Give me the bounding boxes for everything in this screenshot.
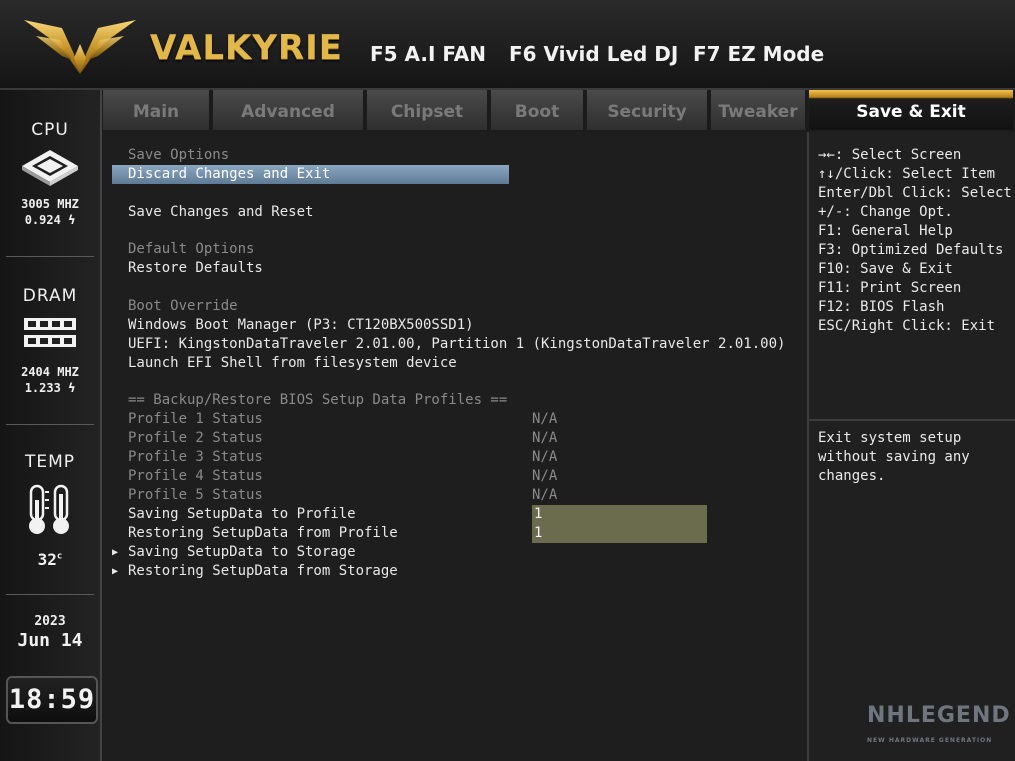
brand-name: VALKYRIE <box>150 28 344 68</box>
temp-label: TEMP <box>24 452 76 472</box>
help-key-optimized-defaults: F3: Optimized Defaults <box>818 242 1004 258</box>
profile-3-status-label: Profile 3 Status <box>128 449 263 465</box>
save-changes-reset-option[interactable]: Save Changes and Reset <box>128 203 313 222</box>
profile-4-status-value: N/A <box>532 468 558 484</box>
hotkey-ai-fan[interactable]: F5 A.I FAN <box>370 42 486 66</box>
restoring-profile-label: Restoring SetupData from Profile <box>128 525 398 541</box>
profile-2-status-value: N/A <box>532 430 558 446</box>
profile-5-status-label: Profile 5 Status <box>128 487 263 503</box>
help-key-bios-flash: F12: BIOS Flash <box>818 299 945 315</box>
tab-chipset[interactable]: Chipset <box>367 90 489 130</box>
help-key-exit: ESC/Right Click: Exit <box>818 318 996 334</box>
thermometer-icon <box>29 484 69 534</box>
hotkey-ez-mode[interactable]: F7 EZ Mode <box>693 42 824 66</box>
restoring-storage-submenu[interactable]: Restoring SetupData from Storage <box>128 562 398 581</box>
dram-frequency: 2404 MHZ <box>21 365 79 379</box>
temperature-value: 32c <box>37 550 63 569</box>
profile-2-status-label: Profile 2 Status <box>128 430 263 446</box>
header-bar: VALKYRIE F5 A.I FAN F6 Vivid Led DJ F7 E… <box>0 0 1015 90</box>
submenu-arrow-icon: ▶ <box>112 547 119 558</box>
dram-voltage: 1.233 ϟ <box>24 381 76 395</box>
valkyrie-wings-logo-icon <box>24 20 136 74</box>
date-display: 2023 Jun 14 <box>0 614 100 652</box>
profile-3-status-value: N/A <box>532 449 558 465</box>
help-divider <box>809 419 1015 421</box>
saving-profile-field[interactable]: 1 <box>532 505 707 524</box>
cpu-frequency: 3005 MHZ <box>21 197 79 211</box>
dram-status: DRAM 2404 MHZ 1.233 ϟ <box>0 286 100 396</box>
item-description: Exit system setup without saving any cha… <box>818 430 970 484</box>
voltage-bolt-icon: ϟ <box>68 213 76 227</box>
voltage-bolt-icon: ϟ <box>68 381 76 395</box>
sidebar-divider <box>6 424 94 425</box>
restore-defaults-option[interactable]: Restore Defaults <box>128 259 263 278</box>
cpu-chip-icon <box>22 150 78 186</box>
submenu-arrow-icon: ▶ <box>112 566 119 577</box>
save-options-header: Save Options <box>128 147 230 163</box>
cpu-label: CPU <box>31 120 69 140</box>
profile-1-status-label: Profile 1 Status <box>128 411 263 427</box>
dram-label: DRAM <box>22 286 78 306</box>
discard-changes-exit-option[interactable]: Discard Changes and Exit <box>112 165 509 184</box>
profile-4-status-label: Profile 4 Status <box>128 468 263 484</box>
help-key-change-opt: +/-: Change Opt. <box>818 204 953 220</box>
tab-security[interactable]: Security <box>587 90 709 130</box>
temperature-status: TEMP 32c <box>0 452 100 569</box>
clock-display: 18:59 <box>6 676 98 724</box>
tab-save-exit[interactable]: Save & Exit <box>809 90 1015 130</box>
nhlegend-watermark-logo: NHLEGEND NEW HARDWARE GENERATION <box>867 703 1011 744</box>
tab-tweaker[interactable]: Tweaker <box>711 90 807 130</box>
backup-restore-header: == Backup/Restore BIOS Setup Data Profil… <box>128 392 508 408</box>
saving-storage-submenu[interactable]: Saving SetupData to Storage <box>128 543 356 562</box>
dram-module-icon <box>24 318 76 347</box>
tab-main[interactable]: Main <box>103 90 211 130</box>
help-key-general-help: F1: General Help <box>818 223 953 239</box>
boot-override-windows[interactable]: Windows Boot Manager (P3: CT120BX500SSD1… <box>128 316 474 335</box>
cpu-status: CPU 3005 MHZ 0.924 ϟ <box>0 120 100 228</box>
saving-profile-label: Saving SetupData to Profile <box>128 506 356 522</box>
sidebar-divider <box>6 594 94 595</box>
help-key-select-screen: →←: Select Screen <box>818 147 962 163</box>
settings-panel: Save Options Discard Changes and Exit Sa… <box>103 132 809 761</box>
tab-boot[interactable]: Boot <box>491 90 585 130</box>
help-key-save-exit: F10: Save & Exit <box>818 261 953 277</box>
date-day: Jun 14 <box>17 630 83 651</box>
boot-override-uefi-usb[interactable]: UEFI: KingstonDataTraveler 2.01.00, Part… <box>128 335 785 354</box>
help-key-print-screen: F11: Print Screen <box>818 280 962 296</box>
tab-advanced[interactable]: Advanced <box>213 90 365 130</box>
default-options-header: Default Options <box>128 241 255 257</box>
help-key-select-item: ↑↓/Click: Select Item <box>818 166 996 182</box>
hotkey-vivid-led-dj[interactable]: F6 Vivid Led DJ <box>509 42 678 66</box>
sidebar-divider <box>6 256 94 257</box>
boot-override-header: Boot Override <box>128 298 238 314</box>
date-year: 2023 <box>34 614 66 629</box>
help-key-select: Enter/Dbl Click: Select <box>818 185 1012 201</box>
profile-5-status-value: N/A <box>532 487 558 503</box>
help-panel: →←: Select Screen ↑↓/Click: Select Item … <box>809 132 1015 761</box>
restoring-profile-field[interactable]: 1 <box>532 524 707 543</box>
tab-bar: Main Advanced Chipset Boot Security Twea… <box>103 90 1015 130</box>
system-status-sidebar: CPU 3005 MHZ 0.924 ϟ DRAM 2404 MHZ 1.233… <box>0 90 102 761</box>
boot-override-efi-shell[interactable]: Launch EFI Shell from filesystem device <box>128 354 457 373</box>
profile-1-status-value: N/A <box>532 411 558 427</box>
cpu-voltage: 0.924 ϟ <box>24 213 76 227</box>
